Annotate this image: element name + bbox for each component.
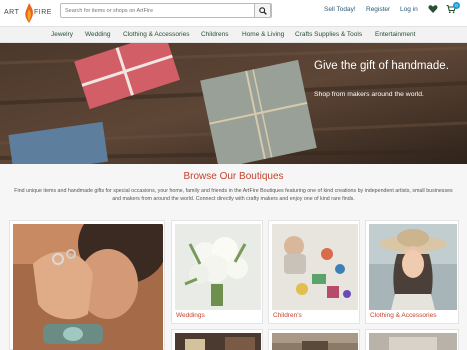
card-label-childrens: Children's — [273, 312, 302, 319]
hero-title: Give the gift of handmade. — [314, 60, 449, 72]
boutique-card-row2-3[interactable] — [365, 329, 459, 350]
boutique-card-jewelry[interactable] — [9, 220, 165, 350]
search-icon — [258, 6, 267, 15]
nav-item-childrens[interactable]: Childrens — [201, 31, 228, 38]
boutique-photo-row2-2 — [272, 333, 358, 350]
boutique-card-weddings[interactable]: Weddings — [171, 220, 263, 324]
section-description: Find unique items and handmade gifts for… — [14, 188, 453, 202]
logo-text-art: ART — [4, 9, 20, 16]
logo-text-fire: FIRE — [34, 9, 52, 16]
card-label-weddings: Weddings — [176, 312, 205, 319]
childrens-toys-photo — [272, 224, 358, 310]
nav-item-entertainment[interactable]: Entertainment — [375, 31, 415, 38]
sell-today-link[interactable]: Sell Today! — [324, 6, 356, 13]
heart-icon[interactable] — [428, 4, 438, 14]
register-link[interactable]: Register — [366, 6, 390, 13]
jewelry-photo — [13, 224, 163, 350]
boutique-card-row2-2[interactable] — [268, 329, 360, 350]
boutique-card-clothing[interactable]: Clothing & Accessories — [365, 220, 459, 324]
nav-item-home-living[interactable]: Home & Living — [242, 31, 284, 38]
nav-item-clothing[interactable]: Clothing & Accessories — [123, 31, 189, 38]
section-title: Browse Our Boutiques — [183, 171, 284, 182]
search-input[interactable] — [65, 5, 251, 16]
boutique-photo-row2-3 — [369, 333, 457, 350]
hero-banner[interactable]: Give the gift of handmade. Shop from mak… — [0, 43, 467, 164]
login-link[interactable]: Log in — [400, 6, 418, 13]
category-nav: Jewelry Wedding Clothing & Accessories C… — [0, 26, 467, 43]
boutique-card-childrens[interactable]: Children's — [268, 220, 360, 324]
boutique-card-row2-1[interactable] — [171, 329, 263, 350]
hero-subtitle: Shop from makers around the world. — [314, 91, 424, 98]
nav-item-crafts-supplies[interactable]: Crafts Supplies & Tools — [295, 31, 362, 38]
cart-count-badge: 0 — [453, 2, 460, 9]
search-bar — [60, 3, 272, 18]
site-header: ART FIRE Sell Today! Register Log in 0 — [0, 0, 467, 26]
nav-item-wedding[interactable]: Wedding — [85, 31, 111, 38]
clothing-model-photo — [369, 224, 457, 310]
search-button[interactable] — [254, 3, 271, 18]
card-label-clothing: Clothing & Accessories — [370, 312, 437, 319]
boutique-photo-row2-1 — [175, 333, 261, 350]
nav-item-jewelry[interactable]: Jewelry — [51, 31, 73, 38]
artfire-logo[interactable]: ART FIRE — [4, 2, 52, 24]
wedding-bouquet-photo — [175, 224, 261, 310]
